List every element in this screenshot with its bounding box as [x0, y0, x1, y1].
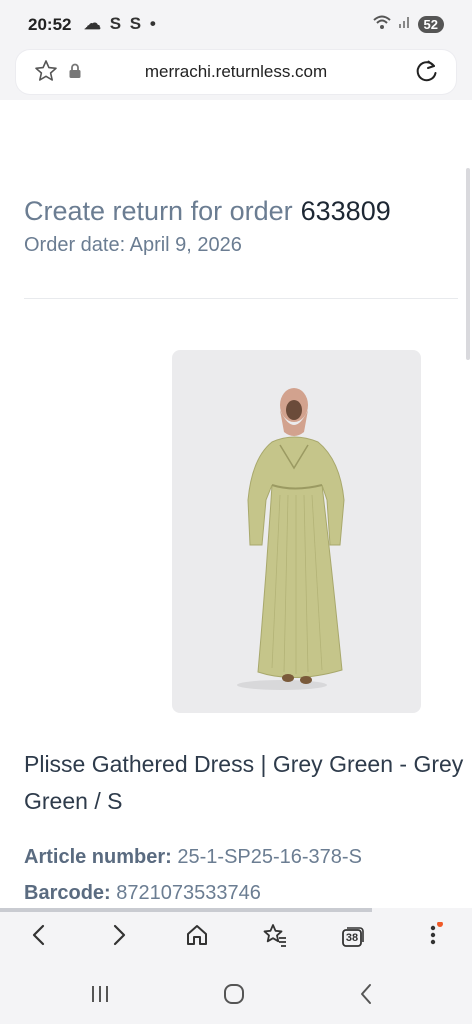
forward-button[interactable]: [102, 920, 136, 954]
address-bar[interactable]: merrachi.returnless.com: [16, 50, 456, 94]
article-number-label: Article number:: [24, 846, 172, 868]
article-number-row: Article number: 25-1-SP25-16-378-S: [24, 846, 362, 869]
browser-bottom-nav: 38: [0, 908, 472, 966]
bookmarks-star-list-icon: [262, 923, 288, 952]
order-title-text: Create return for order: [24, 196, 293, 226]
barcode-value: 8721073533746: [116, 882, 261, 904]
page-title: Create return for order 633809: [24, 196, 391, 227]
tabs-count: 38: [345, 932, 359, 944]
status-time: 20:52: [28, 15, 72, 34]
home-button[interactable]: [180, 920, 214, 954]
dress-illustration: [237, 388, 345, 690]
battery-indicator: 52: [417, 16, 444, 33]
home-icon: [185, 923, 209, 952]
reload-icon[interactable]: [414, 58, 440, 89]
status-notification-icons: ☁ S S •: [84, 14, 158, 33]
barcode-label: Barcode:: [24, 882, 111, 904]
bookmarks-button[interactable]: [258, 920, 292, 954]
web-page: Create return for order 633809 Order date…: [0, 100, 472, 908]
url-text[interactable]: merrachi.returnless.com: [16, 62, 456, 82]
order-date: Order date: April 9, 2026: [24, 234, 242, 256]
order-number: 633809: [300, 196, 391, 226]
system-navigation-bar: [0, 966, 472, 1024]
system-back-button[interactable]: [350, 980, 382, 1012]
chevron-left-icon: [356, 982, 376, 1011]
page-scroll-indicator: [0, 908, 372, 912]
scrollbar[interactable]: [466, 168, 470, 360]
recent-apps-icon: [89, 984, 111, 1009]
chevron-left-icon: [29, 923, 49, 952]
divider: [24, 298, 458, 299]
system-home-button[interactable]: [218, 980, 250, 1012]
back-button[interactable]: [22, 920, 56, 954]
barcode-row: Barcode: 8721073533746: [24, 882, 261, 905]
menu-button[interactable]: [416, 920, 450, 954]
status-right: 52: [372, 14, 444, 35]
product-image[interactable]: [172, 350, 421, 713]
chevron-right-icon: [109, 923, 129, 952]
signal-icon: [398, 15, 412, 34]
recent-apps-button[interactable]: [84, 980, 116, 1012]
article-number-value: 25-1-SP25-16-378-S: [177, 846, 362, 868]
more-vertical-icon: [423, 920, 443, 953]
product-name: Plisse Gathered Dress | Grey Green - Gre…: [24, 751, 464, 814]
status-bar: 20:52 ☁ S S • 52: [0, 0, 472, 50]
wifi-icon: [372, 14, 392, 35]
tabs-button[interactable]: 38: [336, 920, 370, 954]
browser-toolbar: merrachi.returnless.com: [0, 50, 472, 100]
tabs-icon: 38: [341, 926, 365, 948]
home-circle-icon: [222, 982, 246, 1011]
